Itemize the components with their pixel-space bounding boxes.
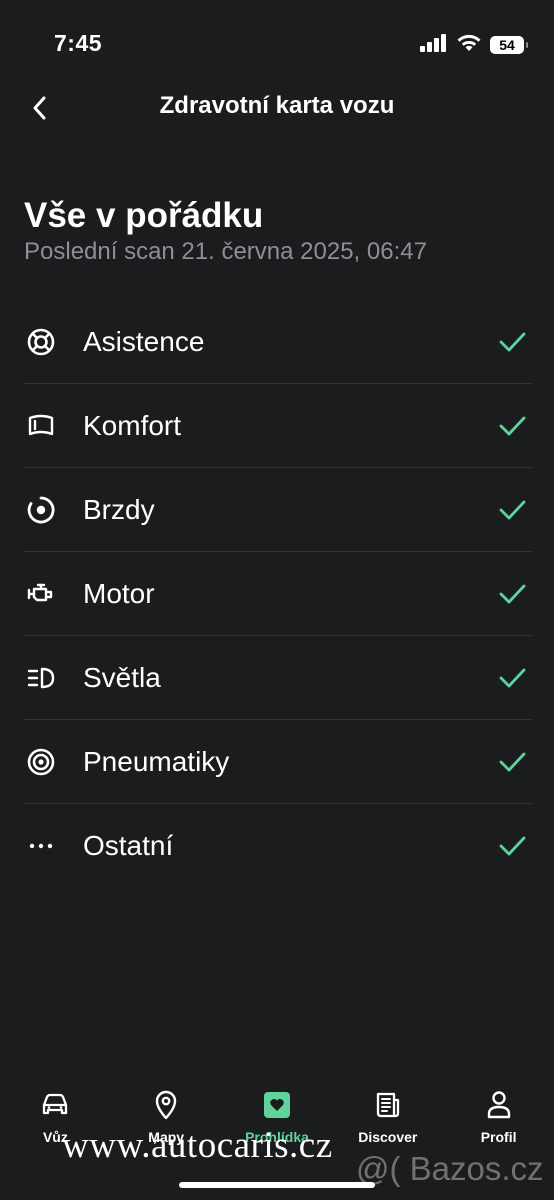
health-status-title: Vše v pořádku [24,196,264,235]
item-label: Ostatní [83,829,174,861]
status-time: 7:45 [54,30,103,56]
health-check-list: Asistence Komfort Brzdy Motor Světla Pne… [24,300,531,887]
battery-indicator: 54 [490,36,528,54]
cellular-signal-icon [420,33,448,57]
wifi-icon [456,33,482,57]
tab-discover[interactable]: Discover [332,1080,443,1160]
tab-label: Discover [358,1129,418,1145]
news-icon [373,1090,403,1120]
checkmark-icon [499,500,526,519]
checkmark-icon [499,416,526,435]
item-label: Pneumatiky [83,745,230,777]
item-label: Motor [83,577,155,609]
list-item-brzdy[interactable]: Brzdy [24,468,531,552]
item-label: Asistence [83,325,205,357]
item-label: Komfort [83,409,182,441]
car-icon [40,1090,70,1120]
person-icon [484,1090,514,1120]
list-item-svetla[interactable]: Světla [24,636,531,720]
tab-label: Profil [480,1129,517,1145]
watermark-autocaris: www.autocaris.cz [62,1125,333,1166]
tab-profil[interactable]: Profil [443,1080,554,1160]
checkmark-icon [499,668,526,687]
checkmark-icon [499,584,526,603]
engine-icon [24,577,58,611]
list-item-pneumatiky[interactable]: Pneumatiky [24,720,531,804]
headlight-icon [24,661,58,695]
seat-icon [24,409,58,443]
home-indicator[interactable] [179,1182,375,1188]
brake-disc-icon [24,493,58,527]
checkmark-icon [499,836,526,855]
list-item-ostatni[interactable]: Ostatní [24,804,531,887]
list-item-motor[interactable]: Motor [24,552,531,636]
page-title: Zdravotní karta vozu [159,92,395,119]
lifebuoy-icon [24,325,58,359]
item-label: Brzdy [83,493,155,525]
checkmark-icon [499,752,526,771]
system-icons: 54 [420,33,528,57]
status-bar: 7:45 54 [0,0,554,88]
watermark-bazos: @( Bazos.cz [356,1150,544,1187]
heart-checkup-icon [262,1090,292,1120]
list-item-komfort[interactable]: Komfort [24,384,531,468]
map-pin-icon [151,1090,181,1120]
battery-level: 54 [499,37,515,53]
last-scan-text: Poslední scan 21. června 2025, 06:47 [24,238,427,265]
nav-bar: Zdravotní karta vozu [0,80,554,134]
checkmark-icon [499,332,526,351]
tire-icon [24,745,58,779]
item-label: Světla [83,661,161,693]
list-item-asistence[interactable]: Asistence [24,300,531,384]
more-dots-icon [24,829,58,863]
